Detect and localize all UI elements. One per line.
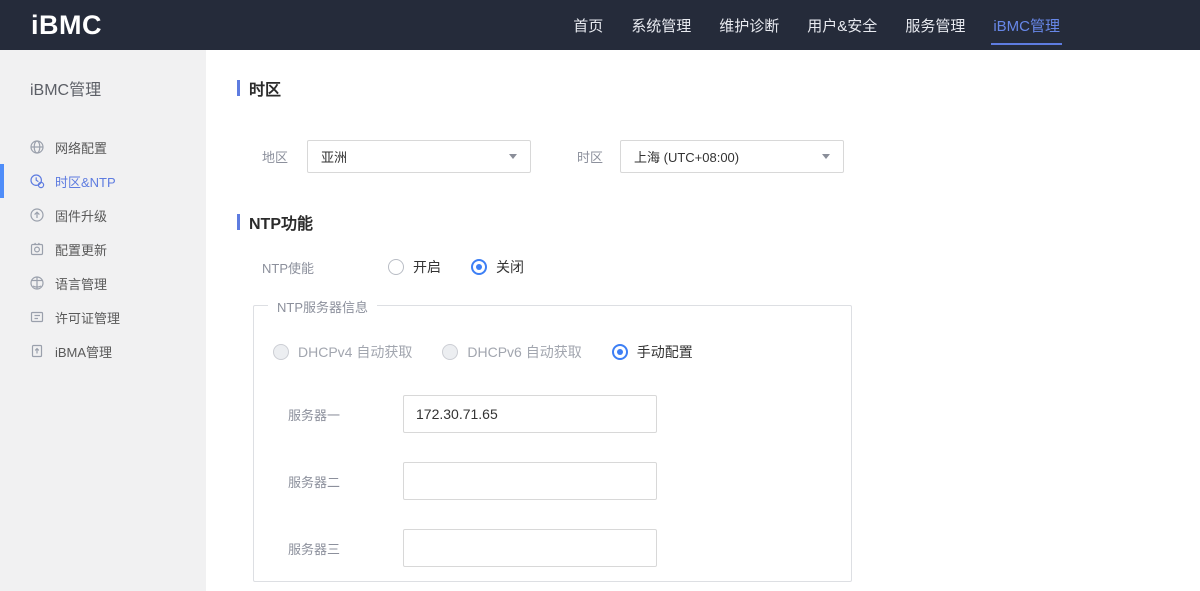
ntp-enable-label: NTP使能 xyxy=(262,260,315,276)
sidebar-item-config-update[interactable]: 配置更新 xyxy=(0,232,206,266)
dhcpv6-auto-label: DHCPv6 自动获取 xyxy=(467,344,582,360)
firmware-upgrade-icon xyxy=(29,207,45,223)
ntp-section-title: NTP功能 xyxy=(249,216,314,233)
timezone-form-row: 地区 亚洲 时区 上海 (UTC+08:00) xyxy=(237,140,1200,173)
language-icon xyxy=(29,275,45,291)
region-select[interactable]: 亚洲 xyxy=(307,140,531,173)
timezone-section-header: 时区 xyxy=(237,76,1200,100)
section-accent-bar xyxy=(237,80,240,96)
nav-service-management[interactable]: 服务管理 xyxy=(891,0,979,50)
license-icon xyxy=(29,309,45,325)
server-two-label: 服务器二 xyxy=(288,474,341,490)
ntp-server-info-legend: NTP服务器信息 xyxy=(268,297,378,316)
server-two-row: 服务器二 xyxy=(273,462,851,500)
chevron-down-icon xyxy=(822,154,830,159)
timezone-select-value: 上海 (UTC+08:00) xyxy=(634,150,740,165)
section-accent-bar xyxy=(237,214,240,230)
ntp-enable-on-radio[interactable]: 开启 xyxy=(388,257,441,277)
server-one-input[interactable] xyxy=(403,395,657,433)
radio-disabled-icon xyxy=(442,344,459,360)
server-three-row: 服务器三 xyxy=(273,529,851,567)
nav-maintenance-diagnostics[interactable]: 维护诊断 xyxy=(705,0,793,50)
network-icon xyxy=(29,139,45,155)
sidebar-item-timezone-ntp[interactable]: 时区&NTP xyxy=(0,164,206,198)
ntp-mode-row: DHCPv4 自动获取 DHCPv6 自动获取 手动配置 xyxy=(273,342,851,362)
sidebar-title: iBMC管理 xyxy=(30,82,102,99)
sidebar-item-label: iBMA管理 xyxy=(55,344,113,360)
app-logo: iBMC xyxy=(31,9,102,40)
sidebar-item-label: 许可证管理 xyxy=(55,310,121,326)
manual-config-label: 手动配置 xyxy=(636,344,693,360)
radio-selected-icon xyxy=(471,259,487,275)
sidebar-item-label: 网络配置 xyxy=(55,140,108,156)
nav-user-security[interactable]: 用户&安全 xyxy=(793,0,891,50)
dhcpv4-auto-label: DHCPv4 自动获取 xyxy=(298,344,413,360)
server-three-label: 服务器三 xyxy=(288,541,341,557)
nav-home[interactable]: 首页 xyxy=(559,0,617,50)
top-navigation: 首页 系统管理 维护诊断 用户&安全 服务管理 iBMC管理 xyxy=(559,0,1074,50)
sidebar-item-label: 时区&NTP xyxy=(55,174,116,190)
radio-unselected-icon xyxy=(388,259,404,275)
nav-system-management[interactable]: 系统管理 xyxy=(617,0,705,50)
server-one-label: 服务器一 xyxy=(288,407,341,423)
timezone-section-title: 时区 xyxy=(249,82,282,99)
dhcpv6-auto-radio[interactable]: DHCPv6 自动获取 xyxy=(442,342,582,362)
timezone-select[interactable]: 上海 (UTC+08:00) xyxy=(620,140,844,173)
sidebar: iBMC管理 网络配置 时区&NTP 固件升级 配置更新 语言管理 许可证管理 … xyxy=(0,50,206,591)
main-content: 时区 地区 亚洲 时区 上海 (UTC+08:00) NTP功能 NTP使能 开… xyxy=(206,50,1200,591)
timezone-label: 时区 xyxy=(577,150,604,165)
ntp-server-info-group: NTP服务器信息 DHCPv4 自动获取 DHCPv6 自动获取 手动配置 服务… xyxy=(253,297,852,582)
sidebar-item-license-management[interactable]: 许可证管理 xyxy=(0,300,206,334)
ibma-icon xyxy=(29,343,45,359)
chevron-down-icon xyxy=(509,154,517,159)
ntp-enable-off-label: 关闭 xyxy=(496,259,524,275)
sidebar-item-label: 配置更新 xyxy=(55,242,108,258)
sidebar-item-firmware-upgrade[interactable]: 固件升级 xyxy=(0,198,206,232)
radio-selected-icon xyxy=(611,344,628,360)
ntp-section-header: NTP功能 xyxy=(237,210,1200,234)
manual-config-radio[interactable]: 手动配置 xyxy=(611,342,693,362)
region-label: 地区 xyxy=(262,150,289,165)
sidebar-item-label: 固件升级 xyxy=(55,208,108,224)
server-one-row: 服务器一 xyxy=(273,395,851,433)
ntp-enable-off-radio[interactable]: 关闭 xyxy=(471,257,524,277)
ntp-enable-on-label: 开启 xyxy=(413,259,441,275)
nav-ibmc-management[interactable]: iBMC管理 xyxy=(979,0,1074,50)
sidebar-item-language-management[interactable]: 语言管理 xyxy=(0,266,206,300)
region-select-value: 亚洲 xyxy=(321,150,348,165)
ntp-enable-row: NTP使能 开启 关闭 xyxy=(237,257,1200,277)
radio-disabled-icon xyxy=(273,344,289,360)
sidebar-item-network-config[interactable]: 网络配置 xyxy=(0,130,206,164)
timezone-icon xyxy=(29,173,45,189)
sidebar-item-ibma-management[interactable]: iBMA管理 xyxy=(0,334,206,368)
sidebar-item-label: 语言管理 xyxy=(55,276,108,292)
dhcpv4-auto-radio[interactable]: DHCPv4 自动获取 xyxy=(273,342,412,362)
topbar: iBMC 首页 系统管理 维护诊断 用户&安全 服务管理 iBMC管理 xyxy=(0,0,1200,50)
server-three-input[interactable] xyxy=(403,529,657,567)
sidebar-menu: 网络配置 时区&NTP 固件升级 配置更新 语言管理 许可证管理 iBMA管理 xyxy=(0,130,206,368)
server-two-input[interactable] xyxy=(403,462,657,500)
config-update-icon xyxy=(29,241,45,257)
